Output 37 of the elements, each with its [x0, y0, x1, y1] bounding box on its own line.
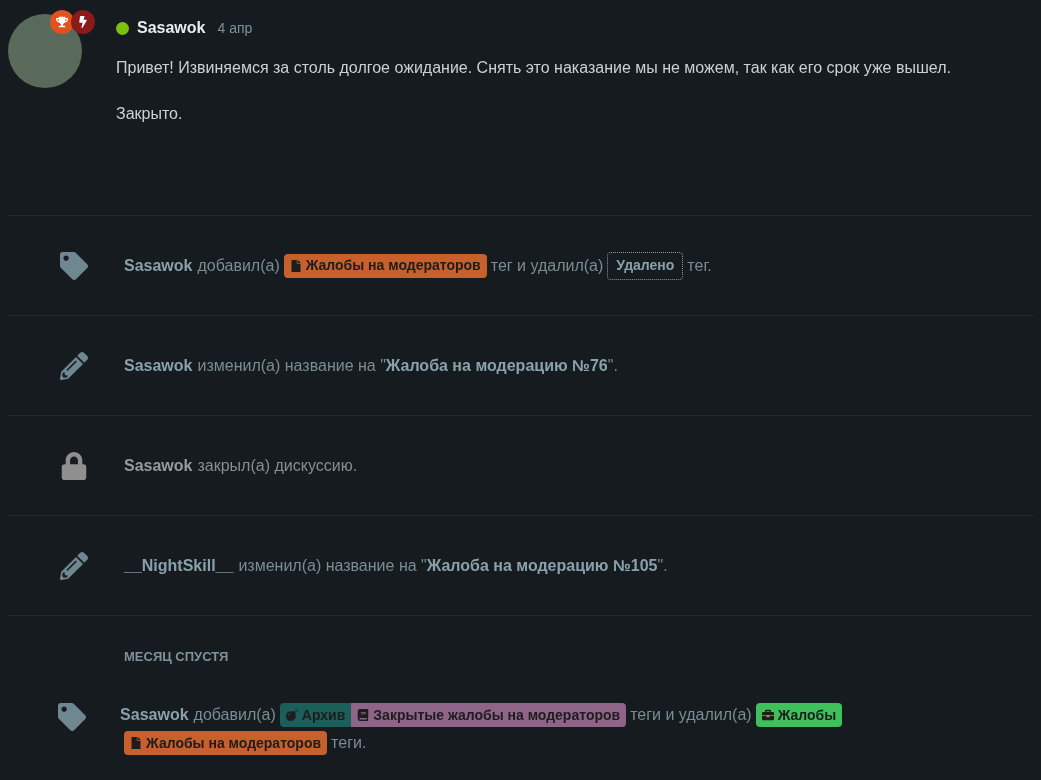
event-text: закрыл(а) дискуссию.	[197, 455, 358, 476]
event-text: добавил(а)	[197, 255, 280, 276]
username-link[interactable]: Sasawok	[137, 16, 206, 40]
discussion-title: Жалоба на модерацию №105	[426, 555, 658, 576]
tag-label[interactable]: Жалобы на модераторов	[124, 731, 328, 755]
post-date: 4 апр	[217, 18, 253, 38]
event-text: ".	[607, 355, 618, 376]
tag-label[interactable]: Жалобы на модераторов	[283, 253, 487, 278]
event-text: ".	[657, 555, 668, 576]
pencil-icon	[60, 351, 88, 380]
username-link[interactable]: Sasawok	[124, 353, 193, 378]
username-link[interactable]: Sasawok	[124, 453, 193, 478]
event-text: изменил(а) название на "	[197, 355, 386, 376]
pencil-icon	[60, 551, 88, 580]
tag-icon	[60, 251, 88, 280]
username-link[interactable]: Sasawok	[124, 253, 193, 278]
event-text: изменил(а) название на "	[238, 555, 427, 576]
event-text: тег.	[687, 255, 712, 276]
username-link[interactable]: Sasawok	[120, 703, 189, 727]
time-gap-label: МЕСЯЦ СПУСТЯ	[124, 649, 229, 664]
bomb-icon	[285, 709, 298, 721]
file-icon	[289, 259, 302, 272]
event-text: тег и удалил(а)	[490, 255, 604, 276]
lock-icon	[60, 451, 88, 480]
tag-label[interactable]: Жалобы	[755, 703, 843, 727]
username-link[interactable]: __NightSkill__	[124, 553, 234, 578]
discussion-title: Жалоба на модерацию №76	[385, 355, 608, 376]
post-paragraph: Привет! Извиняемся за столь долгое ожидание. Снять это наказание мы не можем, так как его срок уже вышел.	[116, 58, 951, 78]
event-text: добавил(а)	[193, 705, 276, 725]
tag-icon	[58, 703, 87, 731]
event-text: теги.	[331, 733, 367, 753]
book-icon	[357, 709, 370, 721]
briefcase-icon	[761, 709, 774, 721]
event-text: теги и удалил(а)	[630, 705, 752, 725]
file-icon	[130, 737, 143, 749]
tag-label[interactable]: Закрытые жалобы на модераторов	[351, 703, 627, 727]
post-paragraph: Закрыто.	[116, 104, 184, 124]
